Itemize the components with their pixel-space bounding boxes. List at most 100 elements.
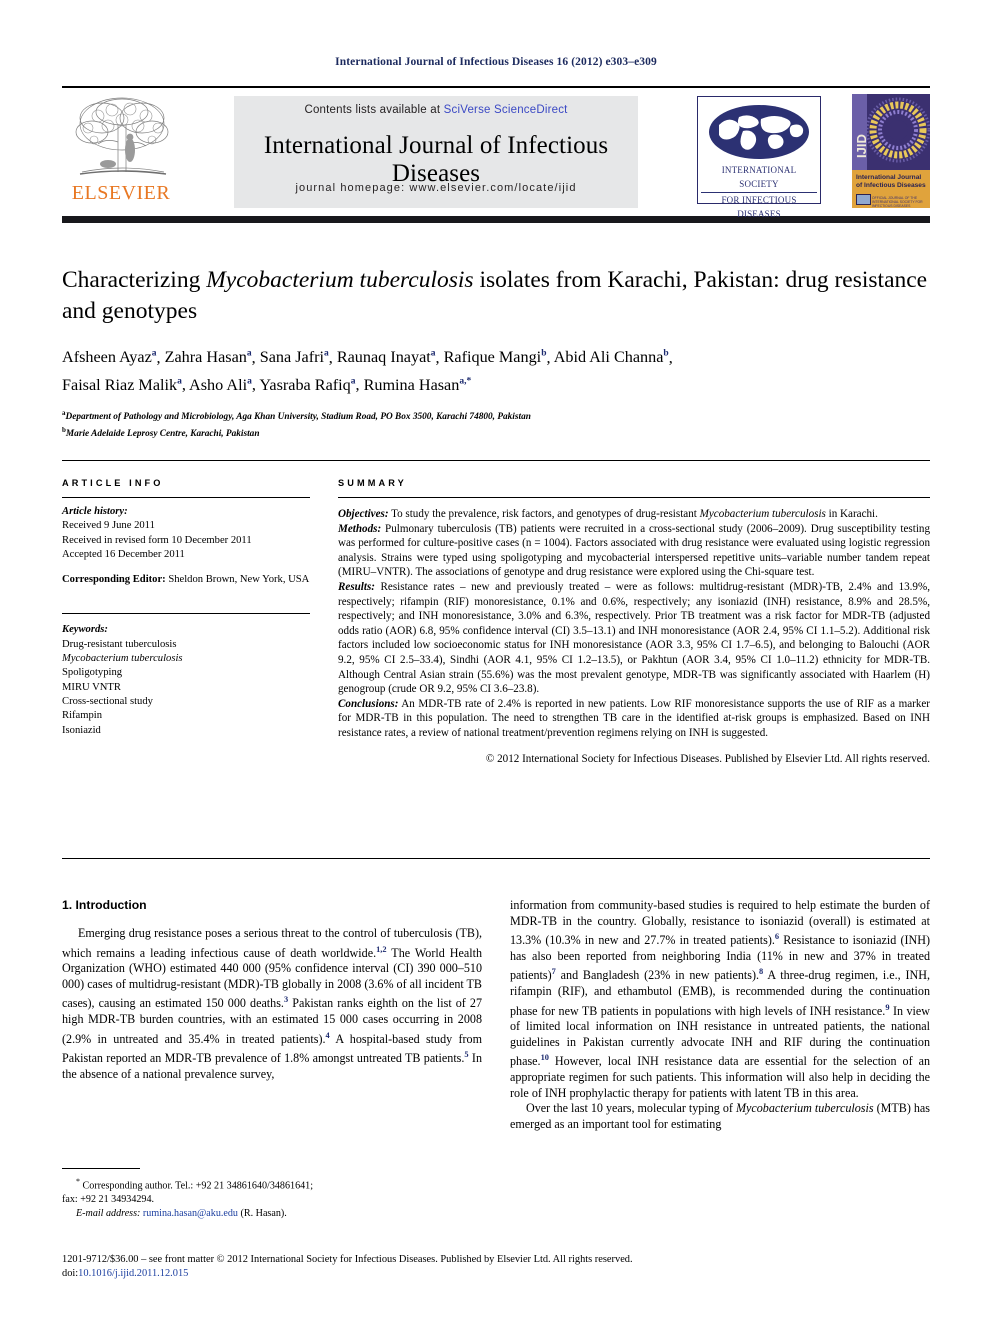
masthead: ELSEVIER Contents lists available at Sci… <box>62 86 930 219</box>
globe-icon <box>709 105 809 159</box>
email-note: E-mail address: rumina.hasan@aku.edu (R.… <box>62 1207 482 1221</box>
author-affil-marker: a <box>350 376 356 387</box>
intro-paragraph-left: Emerging drug resistance poses a serious… <box>62 926 482 1082</box>
author: Faisal Riaz Malika <box>62 376 182 394</box>
cover-badge-icon <box>856 194 871 205</box>
keyword: Mycobacterium tuberculosis <box>62 653 183 665</box>
keyword: MIRU VNTR <box>62 681 121 693</box>
intro-right-text-c: and Bangladesh (23% in new patients). <box>555 968 760 983</box>
email-label: E-mail address: <box>76 1207 141 1219</box>
author-affil-marker: a <box>246 349 252 359</box>
cover-spine-label: IJID <box>852 94 869 170</box>
affiliation-text-a: Department of Pathology and Microbiology… <box>65 411 531 422</box>
title-block: Characterizing Mycobacterium tuberculosi… <box>62 265 930 442</box>
author: Yasraba Rafiqa <box>259 376 355 394</box>
sciencedirect-link[interactable]: SciVerse ScienceDirect <box>444 104 568 116</box>
author: Rumina Hasana,* <box>364 376 472 394</box>
keyword: Rifampin <box>62 710 103 722</box>
keywords-rule <box>62 613 310 615</box>
author-affil-marker: a <box>151 349 157 359</box>
running-head: International Journal of Infectious Dise… <box>335 56 657 68</box>
summary-heading: SUMMARY <box>338 478 407 488</box>
isid-text: INTERNATIONAL SOCIETY FOR INFECTIOUS DIS… <box>701 163 817 222</box>
objectives-italic: Mycobacterium tuberculosis <box>699 508 826 520</box>
affiliation-b: bMarie Adelaide Leprosy Centre, Karachi,… <box>62 424 930 442</box>
doi-link[interactable]: 10.1016/j.ijid.2011.12.015 <box>78 1268 188 1279</box>
keyword: Drug-resistant tuberculosis <box>62 638 177 650</box>
article-info-column: ARTICLE INFO Article history: Received 9… <box>62 478 310 738</box>
author: Abid Ali Channab <box>554 348 669 366</box>
summary-results: Results: Resistance rates – new and prev… <box>338 580 930 697</box>
isid-line-1: INTERNATIONAL SOCIETY <box>701 163 817 193</box>
cover-artwork <box>865 94 930 170</box>
author: Zahra Hasana <box>165 348 252 366</box>
author-affil-marker: a,* <box>459 376 472 387</box>
article-history: Article history: Received 9 June 2011 Re… <box>62 505 310 587</box>
results-label: Results: <box>338 580 375 593</box>
methods-text: Pulmonary tuberculosis (TB) patients wer… <box>338 522 930 579</box>
author-name: Rumina Hasan <box>363 375 460 394</box>
citation-ref[interactable]: 10 <box>541 1053 549 1062</box>
keywords-block: Keywords: Drug-resistant tuberculosis My… <box>62 623 310 737</box>
author-affil-marker: a <box>323 349 329 359</box>
article-info-heading: ARTICLE INFO <box>62 478 164 488</box>
history-item: Received 9 June 2011 <box>62 520 155 532</box>
history-item: Accepted 16 December 2011 <box>62 548 185 560</box>
author-name: Rafique Mangi <box>443 348 542 367</box>
cover-title-line-1: International Journal <box>856 174 922 181</box>
author-affil-marker: a <box>247 376 252 387</box>
elsevier-wordmark: ELSEVIER <box>71 182 171 204</box>
keywords-label: Keywords: <box>62 624 108 636</box>
doi-label: doi: <box>62 1268 79 1279</box>
fax-note: fax: +92 21 34934294. <box>62 1193 155 1205</box>
affiliation-a: aDepartment of Pathology and Microbiolog… <box>62 407 930 425</box>
author-name: Faisal Riaz Malik <box>62 375 178 394</box>
keyword: Isoniazid <box>62 724 101 736</box>
isid-line-2: FOR INFECTIOUS DISEASES <box>721 195 797 219</box>
doi-line: doi:10.1016/j.ijid.2011.12.015 <box>62 1267 930 1281</box>
contents-prefix: Contents lists available at <box>304 104 444 116</box>
page-title: Characterizing Mycobacterium tuberculosi… <box>62 265 930 327</box>
cover-title: International Journal of Infectious Dise… <box>856 174 926 190</box>
intro-paragraph-right-2: Over the last 10 years, molecular typing… <box>510 1101 930 1132</box>
author: Afsheen Ayaza <box>62 348 157 366</box>
contents-line: Contents lists available at SciVerse Sci… <box>234 104 638 116</box>
article-history-label: Article history: <box>62 506 128 517</box>
summary-rule <box>338 497 930 498</box>
summary-column: SUMMARY Objectives: To study the prevale… <box>338 478 930 766</box>
journal-banner: Contents lists available at SciVerse Sci… <box>234 96 638 208</box>
summary-conclusions: Conclusions: An MDR-TB rate of 2.4% is r… <box>338 697 930 741</box>
cover-title-line-2: of Infectious Diseases <box>856 182 926 189</box>
intro-paragraph-right-1: information from community-based studies… <box>510 898 930 1101</box>
section-heading-introduction: 1. Introduction <box>62 898 147 912</box>
bottom-matter: 1201-9712/$36.00 – see front matter © 20… <box>62 1253 930 1281</box>
body-right-column: information from community-based studies… <box>510 898 930 1132</box>
journal-homepage[interactable]: journal homepage: www.elsevier.com/locat… <box>234 182 638 194</box>
footnote-rule <box>62 1168 140 1169</box>
title-part-1: Characterizing <box>62 267 207 293</box>
citation-ref[interactable]: 1,2 <box>376 945 386 954</box>
keyword: Spoligotyping <box>62 667 123 679</box>
email-suffix: (R. Hasan). <box>237 1207 287 1219</box>
objectives-label: Objectives: <box>338 508 389 520</box>
corresponding-editor-value: Sheldon Brown, New York, USA <box>165 574 310 586</box>
author-name: Zahra Hasan <box>164 348 247 367</box>
front-matter-line: 1201-9712/$36.00 – see front matter © 20… <box>62 1254 633 1265</box>
isid-logo: INTERNATIONAL SOCIETY FOR INFECTIOUS DIS… <box>697 96 821 219</box>
summary-methods: Methods: Pulmonary tuberculosis (TB) pat… <box>338 522 930 580</box>
author-name: Raunaq Inayat <box>336 348 431 367</box>
corresponding-author-text: Corresponding author. Tel.: +92 21 34861… <box>80 1180 314 1192</box>
cover-bottom-band: International Journal of Infectious Dise… <box>852 170 930 208</box>
body-separator-rule <box>62 858 930 859</box>
objectives-text-1: To study the prevalence, risk factors, a… <box>388 508 700 520</box>
author-name: Asho Ali <box>189 375 248 394</box>
intro-right2-text-a: Over the last 10 years, molecular typing… <box>526 1101 736 1116</box>
summary-objectives: Objectives: To study the prevalence, ris… <box>338 507 930 522</box>
intro-right2-italic: Mycobacterium tuberculosis <box>735 1101 874 1116</box>
author-name: Afsheen Ayaz <box>62 348 152 367</box>
email-link[interactable]: rumina.hasan@aku.edu <box>140 1208 238 1219</box>
body-left-column: 1. Introduction Emerging drug resistance… <box>62 898 482 1082</box>
methods-label: Methods: <box>338 522 382 535</box>
author-name: Abid Ali Channa <box>553 348 664 367</box>
